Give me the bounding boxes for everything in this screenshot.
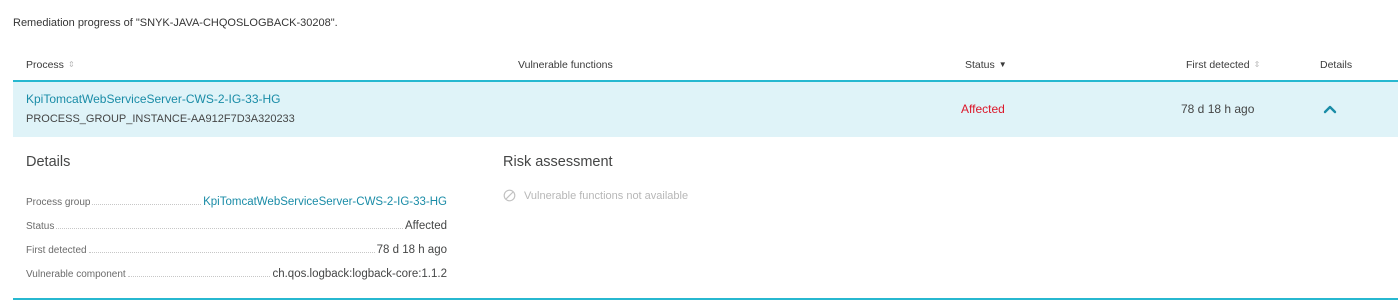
sort-both-icon: ⇕ bbox=[67, 60, 75, 69]
detail-label: First detected bbox=[26, 245, 87, 256]
detail-value: ch.qos.logback:logback-core:1.1.2 bbox=[272, 268, 447, 280]
column-header-process-label: Process bbox=[26, 59, 64, 71]
detail-status: Status Affected bbox=[26, 216, 447, 232]
process-group-link[interactable]: KpiTomcatWebServiceServer-CWS-2-IG-33-HG bbox=[203, 196, 447, 208]
table-bottom-divider bbox=[13, 298, 1398, 300]
details-heading: Details bbox=[26, 154, 71, 170]
detail-label: Vulnerable component bbox=[26, 269, 126, 280]
process-name-link[interactable]: KpiTomcatWebServiceServer-CWS-2-IG-33-HG bbox=[26, 92, 281, 106]
column-header-status[interactable]: Status ▼ bbox=[965, 59, 1007, 71]
disabled-circle-icon bbox=[503, 189, 516, 202]
column-header-first-detected-label: First detected bbox=[1186, 59, 1250, 71]
risk-assessment-heading: Risk assessment bbox=[503, 154, 613, 170]
detail-value: Affected bbox=[405, 220, 447, 232]
sort-both-icon: ⇕ bbox=[1253, 60, 1261, 69]
row-details-panel: Details Process group KpiTomcatWebServic… bbox=[13, 137, 1398, 299]
page-caption: Remediation progress of "SNYK-JAVA-CHQOS… bbox=[13, 17, 338, 29]
column-header-vulnerable-functions: Vulnerable functions bbox=[518, 59, 613, 71]
column-header-first-detected[interactable]: First detected ⇕ bbox=[1186, 59, 1260, 71]
dotted-leader bbox=[92, 204, 202, 205]
table-header: Process ⇕ Vulnerable functions Status ▼ Fi… bbox=[13, 50, 1398, 82]
column-header-status-label: Status bbox=[965, 59, 995, 71]
column-header-process[interactable]: Process ⇕ bbox=[26, 59, 75, 71]
status-affected: Affected bbox=[961, 102, 1005, 116]
column-header-details-label: Details bbox=[1320, 59, 1353, 71]
column-header-vulnerable-functions-label: Vulnerable functions bbox=[518, 59, 613, 71]
column-header-details: Details bbox=[1320, 59, 1352, 71]
collapse-details-button[interactable] bbox=[1319, 98, 1341, 120]
detail-label: Process group bbox=[26, 197, 91, 208]
detail-first-detected: First detected 78 d 18 h ago bbox=[26, 240, 447, 256]
detail-process-group: Process group KpiTomcatWebServiceServer-… bbox=[26, 192, 447, 208]
detail-vulnerable-component: Vulnerable component ch.qos.logback:logb… bbox=[26, 264, 447, 280]
remediation-progress-page: Remediation progress of "SNYK-JAVA-CHQOS… bbox=[0, 0, 1398, 302]
process-instance-id: PROCESS_GROUP_INSTANCE-AA912F7D3A320233 bbox=[26, 113, 295, 125]
first-detected-value: 78 d 18 h ago bbox=[1181, 102, 1255, 116]
dotted-leader bbox=[88, 252, 375, 253]
risk-assessment-note-text: Vulnerable functions not available bbox=[524, 189, 689, 202]
dotted-leader bbox=[127, 276, 271, 277]
chevron-up-icon bbox=[1323, 105, 1337, 114]
detail-value: 78 d 18 h ago bbox=[376, 244, 447, 256]
detail-label: Status bbox=[26, 221, 55, 232]
risk-assessment-note: Vulnerable functions not available bbox=[503, 189, 688, 202]
sort-down-icon: ▼ bbox=[998, 60, 1007, 69]
dotted-leader bbox=[56, 228, 403, 229]
table-row[interactable]: KpiTomcatWebServiceServer-CWS-2-IG-33-HG… bbox=[13, 82, 1398, 137]
